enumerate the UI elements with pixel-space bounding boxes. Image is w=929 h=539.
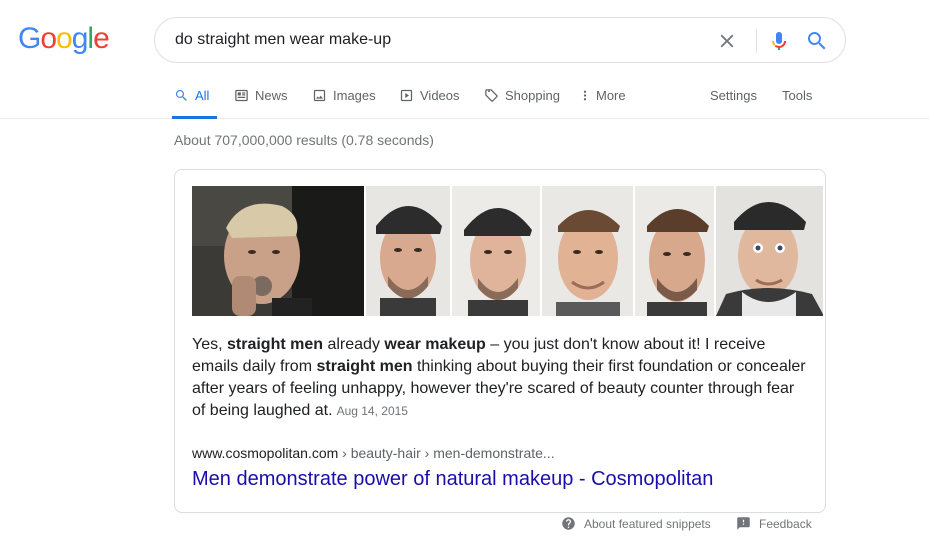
logo-letter: o [56, 22, 73, 55]
search-icon[interactable] [805, 29, 829, 53]
settings-label: Settings [710, 88, 757, 103]
snippet-image[interactable] [451, 186, 540, 316]
image-icon [313, 89, 326, 102]
newspaper-icon [235, 89, 248, 102]
logo-letter: g [71, 22, 89, 55]
snippet-image[interactable] [634, 186, 715, 316]
result-breadcrumbs: › beauty-hair › men-demonstrate... [338, 445, 555, 461]
about-snippets-label: About featured snippets [584, 516, 711, 531]
search-input[interactable] [175, 18, 695, 62]
search-divider [756, 29, 757, 53]
logo-letter: e [93, 22, 110, 55]
tag-icon [485, 89, 498, 102]
tab-videos[interactable]: Videos [399, 82, 460, 119]
feedback-icon [737, 517, 750, 530]
search-box [154, 17, 846, 63]
tab-all[interactable]: All [172, 82, 218, 119]
snippet-highlight: wear makeup [384, 336, 486, 353]
tab-label: Images [333, 88, 376, 103]
snippet-image[interactable] [541, 186, 633, 316]
tab-label: More [596, 88, 626, 103]
about-featured-snippets-link[interactable]: About featured snippets [561, 516, 711, 531]
result-title-link[interactable]: Men demonstrate power of natural makeup … [192, 468, 713, 491]
result-site: www.cosmopolitan.com [192, 445, 339, 461]
featured-snippet-card: Yes, straight men already wear makeup – … [174, 169, 826, 513]
feedback-link[interactable]: Feedback [736, 516, 812, 531]
tab-label: Shopping [505, 88, 560, 103]
help-icon [562, 517, 575, 530]
snippet-image[interactable] [192, 186, 365, 316]
close-icon[interactable] [716, 30, 738, 52]
more-vertical-icon [583, 90, 587, 101]
tab-shopping[interactable]: Shopping [484, 82, 560, 119]
tools-link[interactable]: Tools [782, 82, 812, 119]
tab-news[interactable]: News [234, 82, 288, 119]
result-stats: About 707,000,000 results (0.78 seconds) [174, 132, 434, 148]
tab-label: All [195, 88, 210, 103]
microphone-icon[interactable] [767, 29, 791, 53]
result-url[interactable]: www.cosmopolitan.com › beauty-hair › men… [192, 445, 555, 461]
snippet-highlight: straight men [227, 336, 324, 353]
video-icon [400, 89, 413, 102]
snippet-highlight: straight men [316, 358, 413, 375]
logo-letter: G [18, 22, 41, 55]
snippet-segment: Yes, [192, 336, 227, 353]
tab-label: Videos [420, 88, 460, 103]
snippet-image-strip [192, 186, 825, 316]
settings-link[interactable]: Settings [710, 82, 757, 119]
feedback-label: Feedback [759, 516, 812, 531]
logo-letter: o [40, 22, 57, 55]
search-icon [175, 89, 187, 101]
snippet-text: Yes, straight men already wear makeup – … [192, 334, 812, 422]
snippet-image[interactable] [716, 186, 823, 316]
tab-images[interactable]: Images [312, 82, 376, 119]
tab-label: News [255, 88, 288, 103]
snippet-date: Aug 14, 2015 [336, 404, 408, 418]
tools-label: Tools [782, 88, 813, 103]
tab-more[interactable]: More [580, 82, 626, 119]
snippet-image[interactable] [366, 186, 450, 316]
snippet-segment: already [323, 336, 385, 353]
search-tabs: All News Images Videos Shopping More Set… [0, 82, 929, 119]
google-logo[interactable]: Google [18, 22, 110, 56]
